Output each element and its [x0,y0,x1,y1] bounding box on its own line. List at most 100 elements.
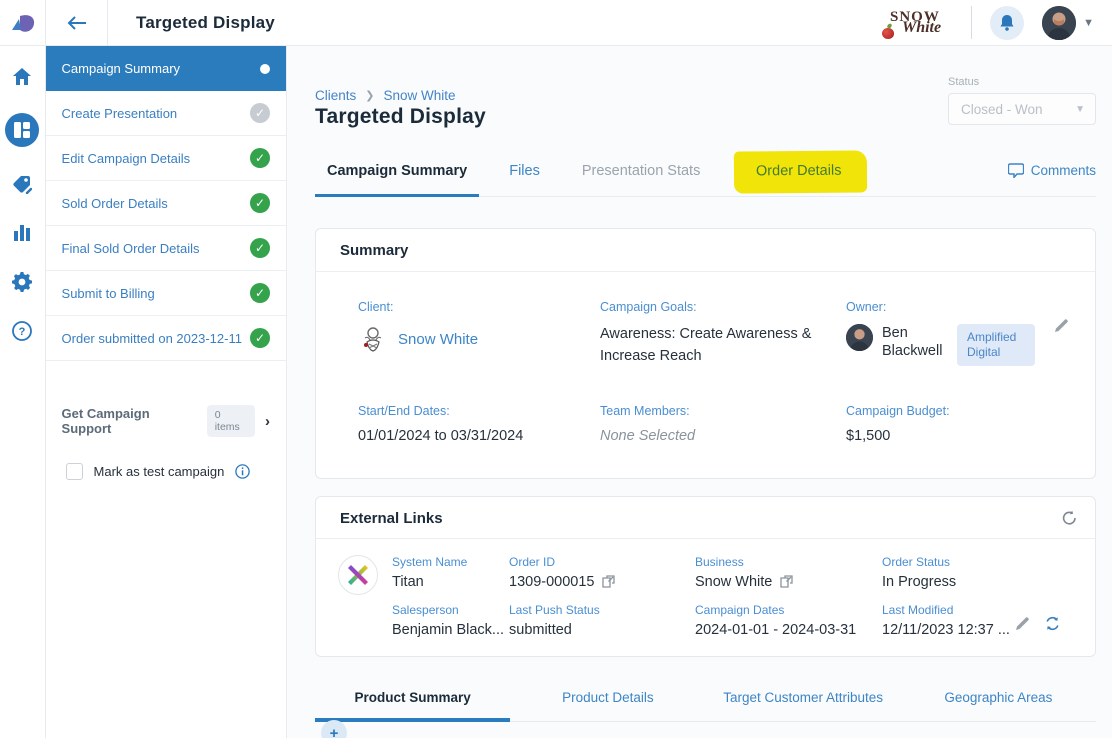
apple-icon [882,28,894,39]
back-button[interactable] [46,0,108,45]
order-id-field: Order ID 1309-000015 [509,555,695,590]
info-icon[interactable] [235,464,250,479]
breadcrumb-snow-white[interactable]: Snow White [383,88,455,103]
sync-icon[interactable] [1044,615,1061,632]
last-push-status-field: Last Push Status submitted [509,603,695,638]
status-select[interactable]: Closed - Won ▼ [948,93,1096,125]
owner-org-badge: Amplified Digital [957,324,1035,366]
sidebar-item-final-sold-order-details[interactable]: Final Sold Order Details ✓ [46,226,286,271]
tab-campaign-summary[interactable]: Campaign Summary [315,163,479,196]
comments-label: Comments [1031,163,1096,178]
tab-target-customer-attributes[interactable]: Target Customer Attributes [706,690,901,721]
check-circle-icon: ✓ [250,328,270,348]
support-label: Get Campaign Support [62,406,197,436]
business-label: Business [695,555,882,569]
window-title: Targeted Display [108,0,275,45]
tab-product-details[interactable]: Product Details [510,690,705,721]
dates-value: 01/01/2024 to 03/31/2024 [358,428,600,444]
product-tabs: Product Summary Product Details Target C… [315,690,1096,722]
order-id-value: 1309-000015 [509,574,594,590]
back-arrow-icon [67,16,87,30]
notifications-button[interactable] [990,6,1024,40]
edit-external-pencil-icon[interactable] [1015,616,1030,631]
tab-presentation-stats[interactable]: Presentation Stats [570,163,713,196]
test-campaign-label: Mark as test campaign [94,464,225,479]
topbar: Targeted Display SNOW White ▼ [0,0,1112,46]
get-campaign-support[interactable]: Get Campaign Support 0 items › [46,405,286,437]
tab-files[interactable]: Files [497,163,552,196]
summary-card-title: Summary [340,242,408,259]
campaign-goals-value: Awareness: Create Awareness & Increase R… [600,324,822,368]
order-status-value: In Progress [882,574,1077,590]
svg-text:?: ? [19,326,26,338]
sidebar-item-create-presentation[interactable]: Create Presentation ✓ [46,91,286,136]
bell-icon [999,14,1015,32]
breadcrumb-clients[interactable]: Clients [315,88,356,103]
comment-bubble-icon [1008,163,1024,178]
campaign-dates-label: Campaign Dates [695,603,882,617]
step-label: Order submitted on 2023-12-11 [62,331,242,346]
sidebar-item-sold-order-details[interactable]: Sold Order Details ✓ [46,181,286,226]
tab-order-details[interactable]: Order Details [734,163,867,184]
order-details-highlight: Order Details [734,150,868,193]
chevron-right-icon: ❯ [365,89,374,102]
client-name-link[interactable]: Snow White [398,331,478,348]
chevron-down-icon: ▼ [1083,17,1094,29]
step-label: Sold Order Details [62,196,168,211]
sidebar-item-edit-campaign-details[interactable]: Edit Campaign Details ✓ [46,136,286,181]
external-links-title: External Links [340,510,443,527]
owner-field: Owner: Ben Blackwell Amplified Digital [846,300,1075,368]
system-name-label: System Name [392,555,509,569]
step-label: Create Presentation [62,106,178,121]
owner-label: Owner: [846,300,1075,314]
check-circle-icon: ✓ [250,283,270,303]
system-name-field: System Name Titan [392,555,509,590]
brand-text-white: White [902,21,941,35]
app-logo[interactable] [0,0,46,45]
campaigns-icon[interactable] [5,113,39,147]
app-logo-icon [10,11,36,35]
system-name-value: Titan [392,574,509,590]
sidebar-item-submit-to-billing[interactable]: Submit to Billing ✓ [46,271,286,316]
tab-product-summary[interactable]: Product Summary [315,690,510,721]
tab-geographic-areas[interactable]: Geographic Areas [901,690,1096,721]
main-content: Clients ❯ Snow White Targeted Display St… [287,46,1112,738]
sidebar-item-campaign-summary[interactable]: Campaign Summary [46,46,286,91]
sidebar-item-order-submitted[interactable]: Order submitted on 2023-12-11 ✓ [46,316,286,361]
home-icon[interactable] [10,64,34,88]
summary-card: Summary Client: Snow White [315,228,1096,479]
check-circle-icon: ✓ [250,103,270,123]
user-avatar [1042,6,1076,40]
comments-button[interactable]: Comments [1008,163,1096,195]
budget-field: Campaign Budget: $1,500 [846,404,1075,444]
reports-icon[interactable] [10,221,34,245]
external-link-icon[interactable] [780,575,793,588]
chevron-right-icon: › [265,413,270,430]
order-status-label: Order Status [882,555,1077,569]
tag-icon[interactable] [10,172,34,196]
step-label: Edit Campaign Details [62,151,191,166]
edit-owner-pencil-icon[interactable] [1054,318,1069,333]
team-members-field: Team Members: None Selected [600,404,846,444]
add-product-button[interactable]: + [321,720,347,738]
salesperson-label: Salesperson [392,603,509,617]
step-label: Campaign Summary [62,61,181,76]
budget-value: $1,500 [846,428,1075,444]
last-push-status-label: Last Push Status [509,603,695,617]
team-members-value: None Selected [600,428,846,444]
user-menu[interactable]: ▼ [1042,0,1112,45]
test-campaign-checkbox[interactable] [66,463,83,480]
client-logo [358,324,388,354]
icon-rail: ? [0,46,46,738]
campaign-goals-field: Campaign Goals: Awareness: Create Awaren… [600,300,846,368]
support-count-badge: 0 items [207,405,255,437]
check-circle-icon: ✓ [250,238,270,258]
help-icon[interactable]: ? [10,319,34,343]
external-link-icon[interactable] [602,575,615,588]
salesperson-field: Salesperson Benjamin Black... [392,603,509,638]
chevron-down-icon: ▼ [1075,104,1085,115]
owner-avatar [846,324,873,351]
refresh-icon[interactable] [1062,510,1077,526]
settings-gear-icon[interactable] [10,270,34,294]
titan-system-logo [338,555,378,595]
